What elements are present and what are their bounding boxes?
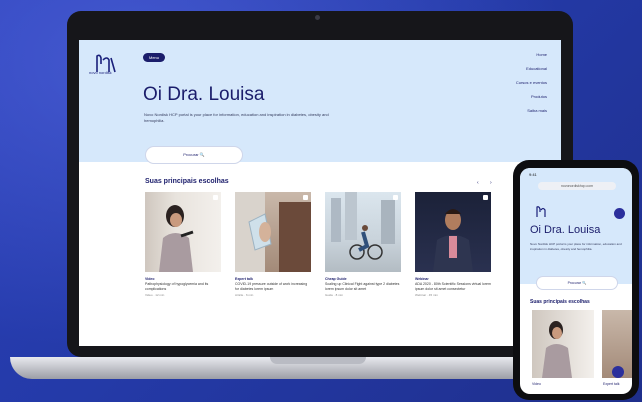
- content-card[interactable]: Video Pathophysiology of hypoglycemia an…: [145, 192, 221, 297]
- card-title: Pathophysiology of hypoglycemia and its …: [145, 282, 209, 291]
- nav-item-home[interactable]: Home: [516, 52, 547, 57]
- content-card[interactable]: Cheap Guide Scaling up Clinical Fight ag…: [325, 192, 401, 297]
- woman-speaking-image: [159, 205, 194, 272]
- phone-screen: 9:41 novonordiskhcp.com Oi Dra. Louisa N…: [520, 168, 632, 394]
- card-thumbnail: [415, 192, 491, 272]
- bookmark-icon[interactable]: [303, 195, 308, 200]
- bookmark-icon[interactable]: [213, 195, 218, 200]
- search-button[interactable]: Procurar 🔍: [536, 276, 618, 290]
- hero-section: novo nordisk Menu Home Educational Curso…: [79, 40, 561, 162]
- card-thumbnail: [235, 192, 311, 272]
- card-title: Scaling up Clinical Fight against type 2…: [325, 282, 400, 291]
- woman-speaking-image: [542, 321, 572, 378]
- nav-item-events[interactable]: Cursos e eventos: [516, 80, 547, 85]
- chat-icon[interactable]: [612, 366, 624, 378]
- laptop-screen: novo nordisk Menu Home Educational Curso…: [79, 40, 561, 346]
- card-type: Cheap Guide: [325, 277, 347, 281]
- nav-item-more[interactable]: Saiba mais: [516, 108, 547, 113]
- bookmark-icon[interactable]: [483, 195, 488, 200]
- card-type: Video: [532, 382, 541, 386]
- url-bar[interactable]: novonordiskhcp.com: [538, 182, 616, 190]
- hero-subtitle: Novo Nordisk HCP portal is your place fo…: [144, 112, 329, 123]
- search-button[interactable]: Procurar 🔍: [145, 146, 243, 164]
- section-title: Suas principais escolhas: [530, 299, 590, 305]
- top-nav: Home Educational Cursos e eventos Produt…: [516, 52, 547, 122]
- phone-hero: 9:41 novonordiskhcp.com Oi Dra. Louisa N…: [520, 168, 632, 284]
- speaker-image: [433, 209, 473, 272]
- laptop-notch: [270, 357, 366, 364]
- nav-item-products[interactable]: Produtos: [516, 94, 547, 99]
- carousel-arrows[interactable]: ‹ ›: [477, 180, 497, 186]
- card-meta: Video · 12 min: [145, 293, 165, 297]
- menu-pill[interactable]: Menu: [143, 53, 166, 62]
- hero-subtitle: Novo Nordisk HCP portal is your place fo…: [530, 242, 622, 251]
- card-type: Video: [145, 277, 155, 281]
- greeting-heading: Oi Dra. Louisa: [143, 84, 265, 105]
- card-type: Expert talk: [235, 277, 253, 281]
- nav-item-educational[interactable]: Educational: [516, 66, 547, 71]
- novo-nordisk-logo-icon: [536, 206, 546, 217]
- content-card[interactable]: Webinar ADA 2020 - 80th Scientific Sessi…: [415, 192, 491, 297]
- card-meta: Article · 6 min: [235, 293, 254, 297]
- camera-icon: [315, 15, 320, 20]
- section-title: Suas principais escolhas: [145, 178, 229, 185]
- brand-name: novo nordisk: [89, 70, 112, 75]
- card-type: Expert talk: [603, 382, 620, 386]
- cyclist-image: [331, 192, 395, 260]
- card-type: Webinar: [415, 277, 429, 281]
- content-card[interactable]: Expert talk COVID-19 pressure outside of…: [235, 192, 311, 297]
- status-time: 9:41: [529, 172, 537, 177]
- mask-holding-image: [235, 192, 311, 272]
- card-title: ADA 2020 - 80th Scientific Sessions virt…: [415, 282, 491, 291]
- menu-icon[interactable]: [614, 208, 625, 219]
- card-thumbnail[interactable]: [532, 310, 594, 378]
- card-title: COVID-19 pressure outside of work increa…: [235, 282, 308, 291]
- card-meta: Webinar · 45 min: [415, 293, 438, 297]
- card-thumbnail: [325, 192, 401, 272]
- card-thumbnail: [145, 192, 221, 272]
- greeting-heading: Oi Dra. Louisa: [530, 224, 601, 236]
- bookmark-icon[interactable]: [393, 195, 398, 200]
- card-meta: Guide · 8 min: [325, 293, 344, 297]
